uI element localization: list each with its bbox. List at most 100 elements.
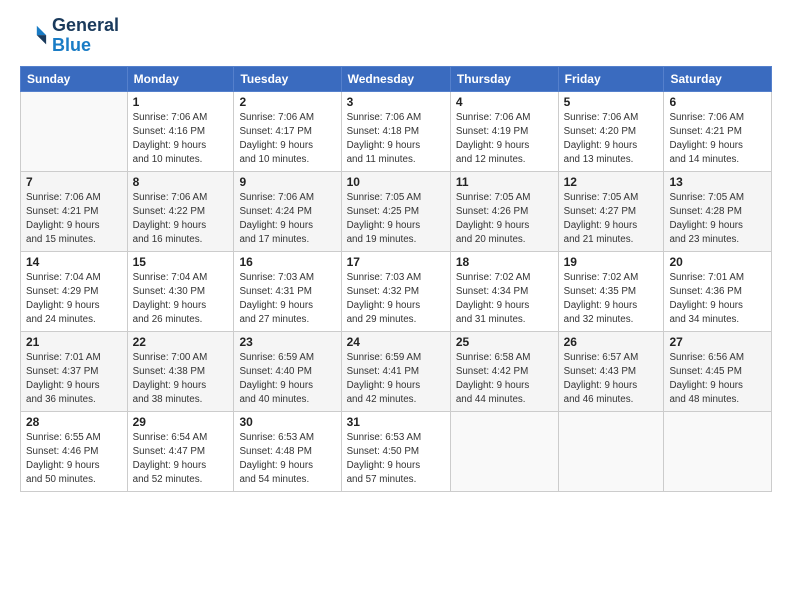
day-info: Sunrise: 7:01 AM Sunset: 4:36 PM Dayligh… [669,271,766,328]
day-number: 22 [133,335,229,349]
day-info: Sunrise: 6:53 AM Sunset: 4:48 PM Dayligh… [239,431,335,488]
day-number: 30 [239,415,335,429]
calendar-cell: 30 Sunrise: 6:53 AM Sunset: 4:48 PM Dayli… [234,411,341,491]
day-number: 14 [26,255,122,269]
day-number: 29 [133,415,229,429]
day-info: Sunrise: 7:05 AM Sunset: 4:25 PM Dayligh… [347,191,445,248]
day-info: Sunrise: 7:06 AM Sunset: 4:22 PM Dayligh… [133,191,229,248]
day-number: 20 [669,255,766,269]
day-number: 5 [564,95,659,109]
day-number: 26 [564,335,659,349]
calendar-cell: 25 Sunrise: 6:58 AM Sunset: 4:42 PM Dayli… [450,331,558,411]
day-info: Sunrise: 7:06 AM Sunset: 4:18 PM Dayligh… [347,111,445,168]
day-info: Sunrise: 6:59 AM Sunset: 4:40 PM Dayligh… [239,351,335,408]
day-info: Sunrise: 7:06 AM Sunset: 4:24 PM Dayligh… [239,191,335,248]
weekday-header-sunday: Sunday [21,66,128,91]
weekday-header-tuesday: Tuesday [234,66,341,91]
day-info: Sunrise: 7:02 AM Sunset: 4:35 PM Dayligh… [564,271,659,328]
day-number: 27 [669,335,766,349]
page: General Blue SundayMondayTuesdayWednesda… [0,0,792,612]
calendar-week-row: 7 Sunrise: 7:06 AM Sunset: 4:21 PM Daylig… [21,171,772,251]
day-number: 7 [26,175,122,189]
day-number: 21 [26,335,122,349]
calendar-week-row: 21 Sunrise: 7:01 AM Sunset: 4:37 PM Dayli… [21,331,772,411]
calendar-cell: 4 Sunrise: 7:06 AM Sunset: 4:19 PM Daylig… [450,91,558,171]
calendar-cell: 5 Sunrise: 7:06 AM Sunset: 4:20 PM Daylig… [558,91,664,171]
day-info: Sunrise: 6:57 AM Sunset: 4:43 PM Dayligh… [564,351,659,408]
day-number: 17 [347,255,445,269]
day-info: Sunrise: 7:06 AM Sunset: 4:16 PM Dayligh… [133,111,229,168]
calendar-table: SundayMondayTuesdayWednesdayThursdayFrid… [20,66,772,492]
day-info: Sunrise: 7:00 AM Sunset: 4:38 PM Dayligh… [133,351,229,408]
calendar-cell: 23Sunrise: 6:59 AM Sunset: 4:40 PM Dayli… [234,331,341,411]
calendar-cell: 8 Sunrise: 7:06 AM Sunset: 4:22 PM Daylig… [127,171,234,251]
weekday-header-monday: Monday [127,66,234,91]
day-number: 12 [564,175,659,189]
weekday-header-wednesday: Wednesday [341,66,450,91]
day-info: Sunrise: 6:53 AM Sunset: 4:50 PM Dayligh… [347,431,445,488]
day-number: 4 [456,95,553,109]
logo-text: General Blue [52,16,119,56]
calendar-cell: 7 Sunrise: 7:06 AM Sunset: 4:21 PM Daylig… [21,171,128,251]
calendar-cell: 19 Sunrise: 7:02 AM Sunset: 4:35 PM Dayli… [558,251,664,331]
day-number: 10 [347,175,445,189]
calendar-cell [664,411,772,491]
calendar-cell [558,411,664,491]
weekday-header-thursday: Thursday [450,66,558,91]
calendar-cell: 29Sunrise: 6:54 AM Sunset: 4:47 PM Dayli… [127,411,234,491]
day-info: Sunrise: 7:04 AM Sunset: 4:30 PM Dayligh… [133,271,229,328]
day-number: 6 [669,95,766,109]
calendar-cell: 26 Sunrise: 6:57 AM Sunset: 4:43 PM Dayli… [558,331,664,411]
day-info: Sunrise: 6:56 AM Sunset: 4:45 PM Dayligh… [669,351,766,408]
logo: General Blue [20,16,119,56]
calendar-week-row: 1Sunrise: 7:06 AM Sunset: 4:16 PM Daylig… [21,91,772,171]
calendar-week-row: 28Sunrise: 6:55 AM Sunset: 4:46 PM Dayli… [21,411,772,491]
day-info: Sunrise: 7:06 AM Sunset: 4:20 PM Dayligh… [564,111,659,168]
calendar-cell: 17 Sunrise: 7:03 AM Sunset: 4:32 PM Dayli… [341,251,450,331]
day-info: Sunrise: 7:01 AM Sunset: 4:37 PM Dayligh… [26,351,122,408]
day-info: Sunrise: 7:06 AM Sunset: 4:17 PM Dayligh… [239,111,335,168]
day-info: Sunrise: 7:03 AM Sunset: 4:32 PM Dayligh… [347,271,445,328]
day-number: 24 [347,335,445,349]
day-info: Sunrise: 7:05 AM Sunset: 4:28 PM Dayligh… [669,191,766,248]
day-number: 19 [564,255,659,269]
calendar-cell: 18Sunrise: 7:02 AM Sunset: 4:34 PM Dayli… [450,251,558,331]
day-number: 13 [669,175,766,189]
calendar-cell: 6 Sunrise: 7:06 AM Sunset: 4:21 PM Daylig… [664,91,772,171]
calendar-cell: 28Sunrise: 6:55 AM Sunset: 4:46 PM Dayli… [21,411,128,491]
day-info: Sunrise: 7:05 AM Sunset: 4:26 PM Dayligh… [456,191,553,248]
day-number: 2 [239,95,335,109]
calendar-cell: 12 Sunrise: 7:05 AM Sunset: 4:27 PM Dayli… [558,171,664,251]
day-info: Sunrise: 6:58 AM Sunset: 4:42 PM Dayligh… [456,351,553,408]
day-info: Sunrise: 7:03 AM Sunset: 4:31 PM Dayligh… [239,271,335,328]
day-number: 9 [239,175,335,189]
weekday-header-friday: Friday [558,66,664,91]
calendar-cell: 31 Sunrise: 6:53 AM Sunset: 4:50 PM Dayli… [341,411,450,491]
day-info: Sunrise: 6:59 AM Sunset: 4:41 PM Dayligh… [347,351,445,408]
day-number: 8 [133,175,229,189]
day-number: 25 [456,335,553,349]
logo-icon [20,22,48,50]
day-number: 3 [347,95,445,109]
calendar-week-row: 14Sunrise: 7:04 AM Sunset: 4:29 PM Dayli… [21,251,772,331]
day-info: Sunrise: 7:02 AM Sunset: 4:34 PM Dayligh… [456,271,553,328]
calendar-cell: 10 Sunrise: 7:05 AM Sunset: 4:25 PM Dayli… [341,171,450,251]
calendar-cell [21,91,128,171]
calendar-cell: 16 Sunrise: 7:03 AM Sunset: 4:31 PM Dayli… [234,251,341,331]
calendar-cell: 13 Sunrise: 7:05 AM Sunset: 4:28 PM Dayli… [664,171,772,251]
header: General Blue [20,16,772,56]
day-number: 11 [456,175,553,189]
day-info: Sunrise: 7:06 AM Sunset: 4:19 PM Dayligh… [456,111,553,168]
day-info: Sunrise: 7:06 AM Sunset: 4:21 PM Dayligh… [669,111,766,168]
calendar-cell: 27 Sunrise: 6:56 AM Sunset: 4:45 PM Dayli… [664,331,772,411]
calendar-cell: 21 Sunrise: 7:01 AM Sunset: 4:37 PM Dayli… [21,331,128,411]
calendar-cell: 15Sunrise: 7:04 AM Sunset: 4:30 PM Dayli… [127,251,234,331]
calendar-cell: 22 Sunrise: 7:00 AM Sunset: 4:38 PM Dayli… [127,331,234,411]
day-number: 16 [239,255,335,269]
calendar-cell: 14Sunrise: 7:04 AM Sunset: 4:29 PM Dayli… [21,251,128,331]
day-info: Sunrise: 7:06 AM Sunset: 4:21 PM Dayligh… [26,191,122,248]
weekday-header-saturday: Saturday [664,66,772,91]
day-info: Sunrise: 7:05 AM Sunset: 4:27 PM Dayligh… [564,191,659,248]
calendar-cell: 9 Sunrise: 7:06 AM Sunset: 4:24 PM Daylig… [234,171,341,251]
day-number: 31 [347,415,445,429]
